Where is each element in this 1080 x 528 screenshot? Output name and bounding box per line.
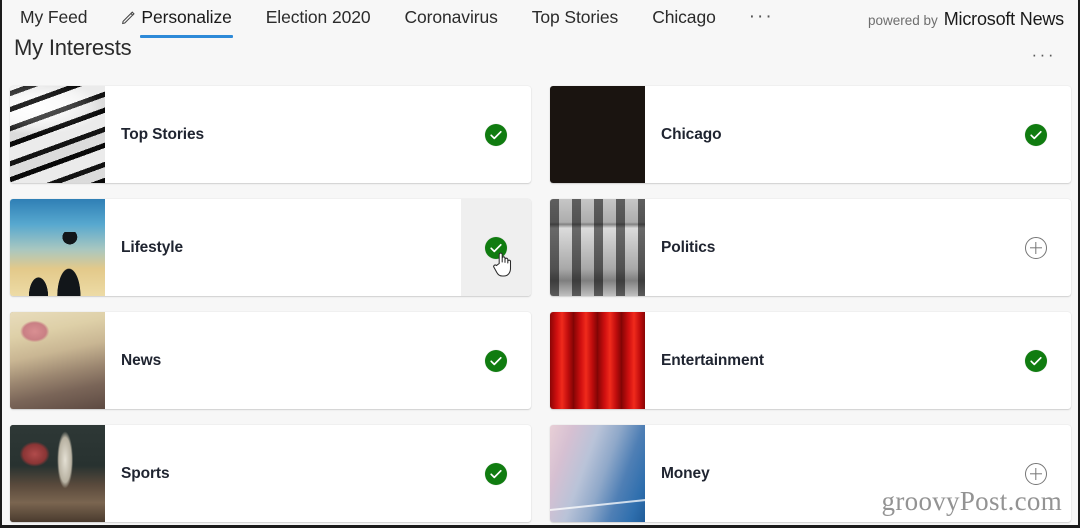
nav-item-election-2020[interactable]: Election 2020 (249, 0, 388, 34)
interest-title: Entertainment (661, 351, 764, 369)
interest-title: Top Stories (121, 125, 205, 143)
nav-item-label: Top Stories (531, 6, 619, 27)
check-circle-icon[interactable] (1025, 349, 1047, 372)
interest-thumbnail (550, 86, 645, 183)
interest-toggle-button[interactable] (461, 312, 531, 409)
interest-toggle-button[interactable] (461, 86, 531, 183)
interest-thumbnail (550, 312, 645, 409)
interest-toggle-button[interactable] (1001, 312, 1071, 409)
interest-title: Lifestyle (121, 238, 183, 256)
interest-toggle-button[interactable] (1001, 425, 1071, 522)
interest-title: Chicago (661, 125, 722, 143)
pencil-icon (121, 10, 136, 25)
powered-by-label: powered by (867, 13, 938, 28)
interest-card-slot: Entertainment (542, 304, 1078, 417)
interest-card-body: Politics (645, 199, 1071, 296)
interest-card-slot: Money (542, 417, 1078, 525)
nav-item-personalize[interactable]: Personalize (104, 0, 248, 38)
check-circle-icon[interactable] (1025, 123, 1047, 146)
interest-thumbnail (10, 312, 105, 409)
check-circle-icon[interactable] (485, 123, 507, 146)
nav-overflow-button[interactable]: ··· (735, 0, 788, 34)
check-circle-icon[interactable] (485, 349, 507, 372)
interests-grid: Top Stories Chicago Lifestyle Politics News E… (2, 78, 1078, 525)
interest-card-news[interactable]: News (10, 312, 531, 409)
nav-item-label: Chicago (652, 6, 716, 27)
interest-card-slot: Sports (2, 417, 542, 525)
interest-card-slot: Top Stories (2, 78, 542, 191)
interest-title: Money (661, 464, 710, 482)
interest-card-body: Money (645, 425, 1071, 522)
interest-card-lifestyle[interactable]: Lifestyle (10, 199, 531, 296)
interest-card-chicago[interactable]: Chicago (550, 86, 1071, 183)
interest-card-slot: Lifestyle (2, 191, 542, 304)
plus-circle-icon[interactable] (1025, 236, 1047, 259)
nav-item-top-stories[interactable]: Top Stories (515, 0, 635, 34)
interest-thumbnail (550, 425, 645, 522)
interest-toggle-button[interactable] (461, 199, 531, 296)
interest-card-sports[interactable]: Sports (10, 425, 531, 522)
interest-card-body: Sports (105, 425, 531, 522)
interest-card-body: Entertainment (645, 312, 1071, 409)
interest-toggle-button[interactable] (1001, 86, 1071, 183)
nav-item-label: My Feed (20, 6, 88, 27)
interest-card-politics[interactable]: Politics (550, 199, 1071, 296)
interest-title: News (121, 351, 162, 369)
interest-toggle-button[interactable] (461, 425, 531, 522)
page-title: My Interests (14, 35, 132, 60)
interest-card-body: Lifestyle (105, 199, 531, 296)
interest-card-body: News (105, 312, 531, 409)
nav-item-label: Election 2020 (265, 6, 371, 27)
check-circle-icon[interactable] (485, 236, 507, 259)
nav-item-label: Personalize (141, 6, 232, 27)
interest-card-slot: Chicago (542, 78, 1078, 191)
check-circle-icon[interactable] (485, 462, 507, 485)
interest-card-money[interactable]: Money (550, 425, 1071, 522)
section-more-options-button[interactable]: ··· (1032, 46, 1056, 64)
browser-window: My Feed Personalize Election 2020 Coronavir… (0, 0, 1080, 528)
interest-title: Sports (121, 464, 170, 482)
plus-circle-icon[interactable] (1025, 462, 1047, 485)
interest-card-slot: Politics (542, 191, 1078, 304)
interest-thumbnail (10, 86, 105, 183)
top-navigation-bar: My Feed Personalize Election 2020 Coronavir… (2, 0, 1078, 42)
nav-item-label: Coronavirus (404, 6, 498, 27)
nav-item-coronavirus[interactable]: Coronavirus (388, 0, 515, 34)
interest-thumbnail (550, 199, 645, 296)
interest-card-body: Top Stories (105, 86, 531, 183)
interest-card-entertainment[interactable]: Entertainment (550, 312, 1071, 409)
interest-card-slot: News (2, 304, 542, 417)
microsoft-news-brand: Microsoft News (943, 9, 1064, 29)
nav-item-my-feed[interactable]: My Feed (12, 0, 104, 34)
active-tab-underline (140, 35, 233, 38)
section-header: My Interests ··· (2, 35, 1078, 78)
interest-thumbnail (10, 425, 105, 522)
interest-title: Politics (661, 238, 716, 256)
interest-card-body: Chicago (645, 86, 1071, 183)
powered-by-branding: powered by Microsoft News (868, 9, 1064, 30)
interest-card-top-stories[interactable]: Top Stories (10, 86, 531, 183)
interest-thumbnail (10, 199, 105, 296)
interest-toggle-button[interactable] (1001, 199, 1071, 296)
nav-item-chicago[interactable]: Chicago (635, 0, 733, 34)
